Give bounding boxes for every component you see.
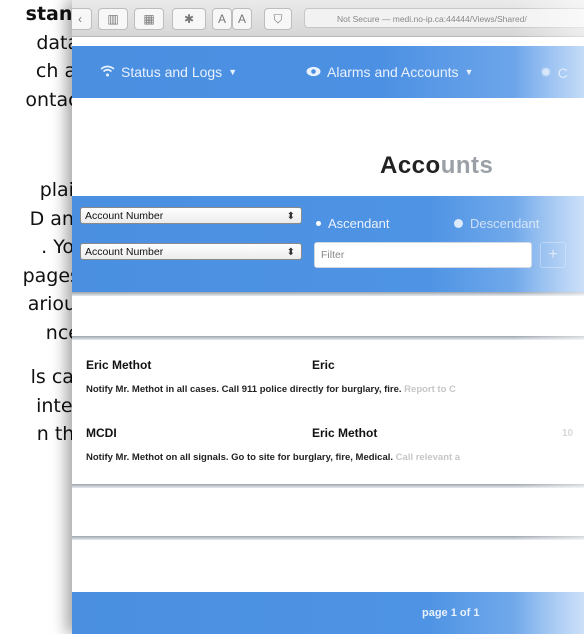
ascendant-label: Ascendant (328, 216, 390, 231)
radio-dot-icon (316, 221, 321, 226)
filter-by-value: Account Number (85, 246, 164, 258)
browser-toolbar: ‹ ▥ ▦ ✱ A A ⛉ Not Secure — medi.no-ip.ca… (72, 0, 584, 37)
account-note: Notify Mr. Methot on all signals. Go to … (86, 452, 461, 463)
add-filter-button[interactable]: + (540, 242, 566, 268)
filter-panel: Account Number ⬍ Account Number ⬍ Ascend… (72, 196, 584, 292)
filter-by-select[interactable]: Account Number ⬍ (80, 243, 302, 260)
nav-label: Alarms and Accounts (327, 64, 459, 80)
top-navbar: Status and Logs ▼ Alarms and Accounts ▼ … (72, 46, 584, 98)
order-by-value: Account Number (85, 210, 164, 222)
account-contact: Eric Methot (312, 426, 378, 440)
page-title-main: Acco (380, 152, 441, 179)
browser-window: ‹ ▥ ▦ ✱ A A ⛉ Not Secure — medi.no-ip.ca… (72, 0, 584, 634)
text-larger-button[interactable]: A (232, 8, 252, 30)
descendant-radio[interactable]: Descendant (454, 216, 539, 231)
gear-icon: ✹ (540, 64, 552, 80)
descendant-label: Descendant (470, 216, 540, 231)
nav-alarms-and-accounts[interactable]: Alarms and Accounts ▼ (306, 64, 473, 80)
account-extra: 10 (562, 428, 574, 439)
eye-icon (306, 64, 321, 80)
order-by-select[interactable]: Account Number ⬍ (80, 207, 302, 224)
row-separator (72, 292, 584, 296)
chevron-down-icon: ▼ (228, 67, 238, 77)
filter-input[interactable]: Filter (314, 242, 532, 268)
bookmark-icon[interactable]: ✱ (172, 8, 206, 30)
nav-status-and-logs[interactable]: Status and Logs ▼ (100, 64, 237, 80)
page-title: Accounts (380, 152, 493, 180)
chevron-down-icon: ▼ (464, 67, 474, 77)
row-separator (72, 484, 584, 488)
shield-icon[interactable]: ⛉ (264, 8, 292, 30)
account-name: Eric Methot (86, 358, 152, 372)
back-icon[interactable]: ‹ (72, 8, 92, 30)
account-note: Notify Mr. Methot in all cases. Call 911… (86, 384, 456, 395)
row-separator (72, 336, 584, 340)
grid-icon[interactable]: ▦ (134, 8, 164, 30)
address-bar[interactable]: Not Secure — medi.no-ip.ca:44444/Views/S… (304, 8, 584, 28)
select-arrows-icon: ⬍ (286, 247, 295, 258)
page-indicator: page 1 of 1 (422, 607, 480, 619)
account-contact: Eric (312, 358, 335, 372)
nav-configuration[interactable]: ✹ C (540, 64, 568, 81)
radio-dot-icon (454, 219, 463, 228)
wifi-icon (100, 64, 115, 80)
page-title-faded: unts (440, 152, 494, 179)
sidebar-icon[interactable]: ▥ (98, 8, 128, 30)
select-arrows-icon: ⬍ (286, 211, 295, 222)
nav-label: Status and Logs (121, 64, 223, 80)
nav-label: C (557, 64, 568, 81)
account-name: MCDI (86, 426, 117, 440)
text-smaller-button[interactable]: A (212, 8, 232, 30)
row-separator (72, 536, 584, 540)
pagination-footer: page 1 of 1 (72, 592, 584, 634)
ascendant-radio[interactable]: Ascendant (316, 216, 389, 231)
